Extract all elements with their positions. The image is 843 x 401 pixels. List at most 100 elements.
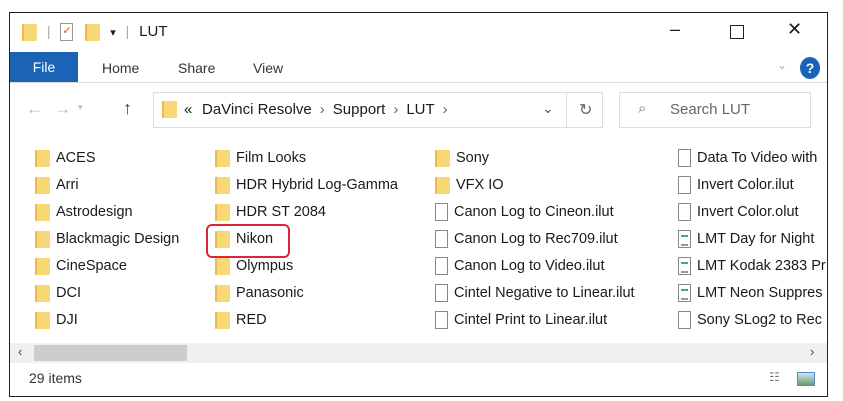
breadcrumb-davinci-resolve[interactable]: DaVinci Resolve bbox=[202, 101, 312, 118]
folder-icon bbox=[162, 101, 177, 118]
folder-icon bbox=[435, 149, 450, 167]
file-item[interactable]: Sony SLog2 to Rec bbox=[678, 309, 822, 331]
file-item[interactable]: Canon Log to Rec709.ilut bbox=[435, 228, 618, 250]
expand-ribbon-icon[interactable]: ⌄ bbox=[777, 58, 787, 72]
tab-view[interactable]: View bbox=[253, 60, 283, 76]
breadcrumb: DaVinci Resolve › Support › LUT › bbox=[202, 101, 448, 118]
file-item[interactable]: Data To Video with bbox=[678, 147, 817, 169]
recent-locations-icon[interactable]: ▾ bbox=[78, 102, 83, 113]
address-overflow[interactable]: « bbox=[184, 101, 192, 118]
folder-icon bbox=[35, 311, 50, 329]
details-view-button[interactable]: ☷ bbox=[769, 370, 780, 384]
address-bar[interactable]: « DaVinci Resolve › Support › LUT › ⌄ ↻ bbox=[153, 92, 603, 128]
folder-item[interactable]: Blackmagic Design bbox=[35, 228, 179, 250]
tab-home[interactable]: Home bbox=[102, 60, 139, 76]
folder-item[interactable]: DJI bbox=[35, 309, 78, 331]
file-item[interactable]: Canon Log to Video.ilut bbox=[435, 255, 605, 277]
folder-icon bbox=[35, 149, 50, 167]
file-item[interactable]: Cintel Negative to Linear.ilut bbox=[435, 282, 635, 304]
back-button[interactable]: ← bbox=[26, 99, 43, 119]
item-name: RED bbox=[236, 312, 267, 328]
item-name: Canon Log to Video.ilut bbox=[454, 258, 605, 274]
folder-item[interactable]: Arri bbox=[35, 174, 79, 196]
item-name: LMT Day for Night bbox=[697, 231, 815, 247]
folder-item[interactable]: HDR Hybrid Log-Gamma bbox=[215, 174, 398, 196]
explorer-window: | ✓ ▾ | LUT – ✕ File Home Share View ⌄ ?… bbox=[9, 12, 828, 397]
scroll-right-button[interactable]: › bbox=[810, 344, 814, 359]
folder-icon bbox=[35, 176, 50, 194]
folder-item[interactable]: Panasonic bbox=[215, 282, 304, 304]
folder-item[interactable]: Olympus bbox=[215, 255, 293, 277]
file-icon bbox=[678, 176, 691, 195]
item-name: Sony SLog2 to Rec bbox=[697, 312, 822, 328]
item-name: Invert Color.ilut bbox=[697, 177, 794, 193]
chevron-right-icon[interactable]: › bbox=[443, 101, 448, 118]
folder-item[interactable]: CineSpace bbox=[35, 255, 127, 277]
tab-file[interactable]: File bbox=[10, 52, 78, 82]
item-name: LMT Kodak 2383 Pr bbox=[697, 258, 826, 274]
file-icon bbox=[678, 257, 691, 276]
folder-item[interactable]: Sony bbox=[435, 147, 489, 169]
up-button[interactable]: ↑ bbox=[123, 98, 132, 119]
file-item[interactable]: Canon Log to Cineon.ilut bbox=[435, 201, 614, 223]
breadcrumb-support[interactable]: Support bbox=[333, 101, 386, 118]
maximize-button[interactable] bbox=[730, 25, 744, 39]
large-icons-view-button[interactable] bbox=[797, 372, 815, 386]
scrollbar-thumb[interactable] bbox=[34, 345, 187, 361]
item-name: Invert Color.olut bbox=[697, 204, 799, 220]
item-name: DJI bbox=[56, 312, 78, 328]
file-icon bbox=[678, 311, 691, 330]
folder-item[interactable]: DCI bbox=[35, 282, 81, 304]
breadcrumb-lut[interactable]: LUT bbox=[406, 101, 434, 118]
item-name: LMT Neon Suppres bbox=[697, 285, 823, 301]
address-dropdown-icon[interactable]: ⌄ bbox=[542, 100, 554, 117]
file-item[interactable]: Cintel Print to Linear.ilut bbox=[435, 309, 607, 331]
file-item[interactable]: Invert Color.ilut bbox=[678, 174, 794, 196]
search-input[interactable]: ⌕ Search LUT bbox=[619, 92, 811, 128]
search-placeholder: Search LUT bbox=[670, 101, 751, 118]
highlight-box bbox=[206, 224, 290, 258]
folder-icon bbox=[215, 176, 230, 194]
file-item[interactable]: Invert Color.olut bbox=[678, 201, 799, 223]
customize-dropdown-icon[interactable]: ▾ bbox=[110, 27, 116, 39]
item-name: HDR ST 2084 bbox=[236, 204, 326, 220]
item-name: Panasonic bbox=[236, 285, 304, 301]
folder-item[interactable]: Film Looks bbox=[215, 147, 306, 169]
item-name: Sony bbox=[456, 150, 490, 166]
folder-icon[interactable] bbox=[22, 23, 37, 41]
folder-item[interactable]: HDR ST 2084 bbox=[215, 201, 326, 223]
tab-share[interactable]: Share bbox=[178, 60, 215, 76]
file-item[interactable]: LMT Day for Night bbox=[678, 228, 814, 250]
file-icon bbox=[678, 230, 691, 249]
forward-button[interactable]: → bbox=[54, 99, 71, 119]
item-name: ACES bbox=[56, 150, 96, 166]
item-name: Cintel Negative to Linear.ilut bbox=[454, 285, 635, 301]
scroll-left-button[interactable]: ‹ bbox=[18, 344, 22, 359]
close-button[interactable]: ✕ bbox=[787, 19, 802, 40]
file-icon bbox=[678, 284, 691, 303]
new-folder-icon[interactable] bbox=[85, 23, 101, 41]
file-icon bbox=[435, 311, 448, 330]
folder-item[interactable]: VFX IO bbox=[435, 174, 504, 196]
status-item-count: 29 items bbox=[29, 370, 82, 386]
file-icon bbox=[435, 257, 448, 276]
file-item[interactable]: LMT Neon Suppres bbox=[678, 282, 822, 304]
help-icon[interactable]: ? bbox=[800, 57, 820, 79]
item-name: HDR Hybrid Log-Gamma bbox=[236, 177, 398, 193]
folder-item[interactable]: RED bbox=[215, 309, 267, 331]
item-name: VFX IO bbox=[456, 177, 504, 193]
minimize-button[interactable]: – bbox=[670, 19, 680, 40]
file-icon bbox=[435, 203, 448, 222]
horizontal-scrollbar[interactable]: ‹ › bbox=[10, 343, 827, 363]
folder-icon bbox=[435, 176, 450, 194]
item-name: Arri bbox=[56, 177, 79, 193]
refresh-button[interactable]: ↻ bbox=[579, 100, 592, 120]
folder-icon bbox=[35, 257, 50, 275]
quick-access-toolbar: | ✓ ▾ | LUT bbox=[22, 23, 168, 42]
file-item[interactable]: LMT Kodak 2383 Pr bbox=[678, 255, 826, 277]
properties-icon[interactable]: ✓ bbox=[60, 23, 74, 42]
item-name: CineSpace bbox=[56, 258, 127, 274]
folder-item[interactable]: ACES bbox=[35, 147, 96, 169]
folder-item[interactable]: Astrodesign bbox=[35, 201, 133, 223]
item-name: Astrodesign bbox=[56, 204, 133, 220]
